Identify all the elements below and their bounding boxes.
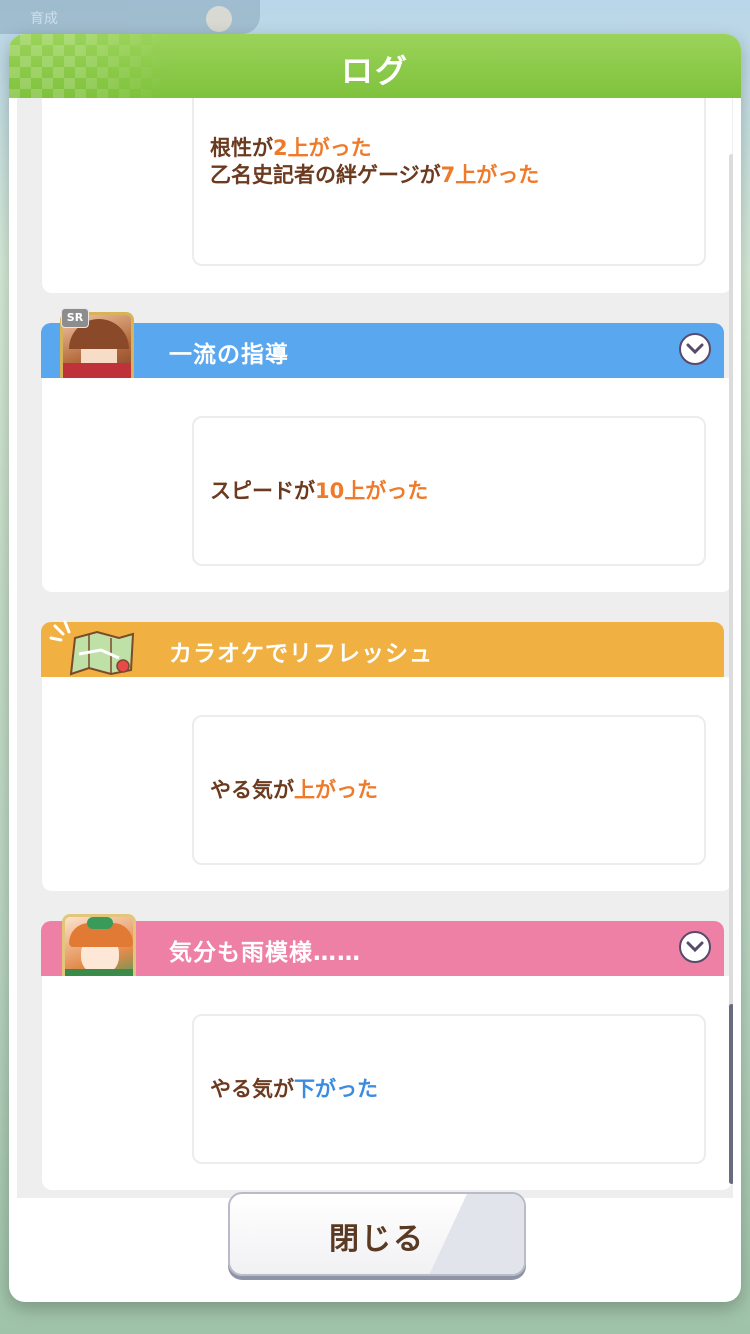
log-modal: ログ 根性が2上がった 乙名史記者の絆ゲージが7上がった 一流の指導 SR スピ… <box>9 34 741 1302</box>
log-entry-header: カラオケでリフレッシュ <box>41 622 724 677</box>
log-message-line: やる気が上がった <box>210 778 378 802</box>
log-message-box: やる気が下がった <box>192 1014 706 1164</box>
log-entry-header: 一流の指導 <box>41 323 724 378</box>
close-button[interactable]: 閉じる <box>228 1192 526 1276</box>
log-entry-title: 気分も雨模様…… <box>169 940 361 966</box>
log-entry-title: カラオケでリフレッシュ <box>169 641 433 667</box>
log-entry: やる気が下がった <box>42 976 732 1190</box>
log-entry: 根性が2上がった 乙名史記者の絆ゲージが7上がった <box>42 98 732 293</box>
background-coin-icon <box>206 6 232 32</box>
modal-header: ログ <box>9 34 741 98</box>
log-entry: やる気が上がった <box>42 677 732 891</box>
log-entry-title: 一流の指導 <box>169 342 289 368</box>
rarity-badge: SR <box>61 308 89 328</box>
log-entry-header: 気分も雨模様…… <box>41 921 724 976</box>
modal-title: ログ <box>340 52 409 90</box>
log-message-line: 根性が2上がった <box>210 136 372 160</box>
chevron-down-icon[interactable] <box>679 931 711 963</box>
log-entry: スピードが10上がった <box>42 378 732 592</box>
map-icon <box>49 620 141 680</box>
close-button-label: 閉じる <box>329 1222 425 1257</box>
log-list[interactable]: 根性が2上がった 乙名史記者の絆ゲージが7上がった 一流の指導 SR スピードが… <box>17 98 733 1198</box>
log-message-box: やる気が上がった <box>192 715 706 865</box>
scrollbar-thumb[interactable] <box>729 1004 733 1184</box>
log-message-line: 乙名史記者の絆ゲージが7上がった <box>210 163 540 187</box>
portrait-ribbon <box>87 917 113 929</box>
log-message-box: 根性が2上がった 乙名史記者の絆ゲージが7上がった <box>192 98 706 266</box>
log-message-line: スピードが10上がった <box>210 479 429 503</box>
background-status-text: 育成 <box>30 11 58 27</box>
log-message-box: スピードが10上がった <box>192 416 706 566</box>
chevron-down-icon[interactable] <box>679 333 711 365</box>
log-message-line: やる気が下がった <box>210 1077 378 1101</box>
